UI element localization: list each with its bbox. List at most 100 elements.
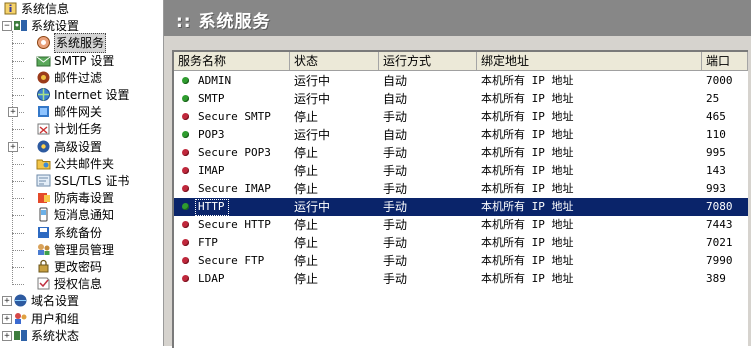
settings-icon <box>13 18 28 33</box>
filter-icon <box>36 70 51 85</box>
status-cell: 停止 <box>294 146 319 160</box>
tree-item[interactable]: + 高级设置 <box>0 138 163 156</box>
tree-item-label: 高级设置 <box>54 139 103 154</box>
bind-address-cell: 本机所有 IP 地址 <box>481 146 574 159</box>
table-header: 服务名称 状态 运行方式 绑定地址 端口 <box>174 52 748 71</box>
tree-connector <box>12 43 24 45</box>
service-name-cell: Secure IMAP <box>198 182 271 195</box>
expand-toggle[interactable]: + <box>2 296 12 307</box>
collapse-toggle[interactable]: − <box>2 21 12 32</box>
tree-item-label: 防病毒设置 <box>54 191 115 206</box>
tree-item[interactable]: 计划任务 <box>0 120 163 138</box>
column-header[interactable]: 服务名称 <box>174 52 290 70</box>
status-cell: 停止 <box>294 272 319 286</box>
table-row[interactable]: Secure SMTP 停止 手动 本机所有 IP 地址 465 <box>174 108 748 126</box>
status-cell: 停止 <box>294 218 319 232</box>
tree-item[interactable]: SMTP 设置 <box>0 52 163 70</box>
status-cell: 停止 <box>294 236 319 250</box>
service-name-cell: IMAP <box>198 164 225 177</box>
public-folder-icon <box>36 156 51 171</box>
tree-item[interactable]: + 系统状态 <box>0 327 163 345</box>
tree-item[interactable]: + 邮件网关 <box>0 103 163 121</box>
tree-item[interactable]: 系统备份 <box>0 224 163 242</box>
table-row[interactable]: ADMIN 运行中 自动 本机所有 IP 地址 7000 <box>174 72 748 90</box>
domain-icon <box>13 293 28 308</box>
stopped-status-icon <box>182 149 189 156</box>
tree-connector <box>12 163 24 165</box>
tree-item[interactable]: 更改密码 <box>0 258 163 276</box>
tree-item-label: Internet 设置 <box>54 88 130 102</box>
table-row[interactable]: FTP 停止 手动 本机所有 IP 地址 7021 <box>174 234 748 252</box>
expand-toggle[interactable]: + <box>8 107 18 118</box>
tree-item-label: 域名设置 <box>31 294 80 309</box>
status-cell: 运行中 <box>294 128 331 142</box>
port-cell: 465 <box>706 110 726 123</box>
table-row[interactable]: LDAP 停止 手动 本机所有 IP 地址 389 <box>174 270 748 288</box>
main-panel: :: 系统服务 服务名称 状态 运行方式 绑定地址 端口 ADMIN 运行中 自动 本机所有 … <box>164 0 751 348</box>
bind-address-cell: 本机所有 IP 地址 <box>481 164 574 177</box>
bind-address-cell: 本机所有 IP 地址 <box>481 110 574 123</box>
port-cell: 143 <box>706 164 726 177</box>
license-icon <box>36 276 51 291</box>
expand-toggle[interactable]: + <box>8 141 18 152</box>
tree-item[interactable]: 系统信息 <box>0 0 163 18</box>
services-list[interactable]: 服务名称 状态 运行方式 绑定地址 端口 ADMIN 运行中 自动 本机所有 IP 地址 700… <box>172 50 748 348</box>
tree-connector <box>12 181 24 182</box>
table-row[interactable]: Secure FTP 停止 手动 本机所有 IP 地址 7990 <box>174 252 748 270</box>
table-row[interactable]: IMAP 停止 手动 本机所有 IP 地址 143 <box>174 162 748 180</box>
column-header[interactable]: 状态 <box>290 52 379 70</box>
internet-icon <box>36 87 51 102</box>
tree-item[interactable]: 短消息通知 <box>0 206 163 224</box>
startup-mode-cell: 手动 <box>383 254 408 268</box>
table-row[interactable]: Secure HTTP 停止 手动 本机所有 IP 地址 7443 <box>174 216 748 234</box>
startup-mode-cell: 手动 <box>383 200 408 214</box>
table-row[interactable]: Secure IMAP 停止 手动 本机所有 IP 地址 993 <box>174 180 748 198</box>
users-icon <box>13 311 28 326</box>
stopped-status-icon <box>182 185 189 192</box>
tree-item-label: 系统服务 <box>54 33 107 54</box>
tree-item[interactable]: 公共邮件夹 <box>0 155 163 173</box>
sms-icon <box>36 207 51 222</box>
bind-address-cell: 本机所有 IP 地址 <box>481 254 574 267</box>
tree-item[interactable]: + 域名设置 <box>0 292 163 310</box>
tree-item[interactable]: 授权信息 <box>0 275 163 293</box>
table-row[interactable]: SMTP 运行中 自动 本机所有 IP 地址 25 <box>174 90 748 108</box>
tree-connector <box>12 129 24 131</box>
bind-address-cell: 本机所有 IP 地址 <box>481 92 574 105</box>
tree-connector <box>12 232 24 234</box>
expand-toggle[interactable]: + <box>2 313 12 324</box>
running-status-icon <box>182 131 189 138</box>
bind-address-cell: 本机所有 IP 地址 <box>481 128 574 141</box>
column-header[interactable]: 端口 <box>702 52 748 70</box>
table-row[interactable]: Secure POP3 停止 手动 本机所有 IP 地址 995 <box>174 144 748 162</box>
service-icon <box>36 35 51 50</box>
antivirus-icon <box>36 190 51 205</box>
column-header[interactable]: 绑定地址 <box>477 52 702 70</box>
tree-item[interactable]: 邮件过滤 <box>0 69 163 87</box>
status-cell: 停止 <box>294 110 319 124</box>
tree-item-label: 邮件过滤 <box>54 70 103 85</box>
stopped-status-icon <box>182 275 189 282</box>
tree-item-label: 系统备份 <box>54 225 103 240</box>
tree-item[interactable]: SSL/TLS 证书 <box>0 172 163 190</box>
startup-mode-cell: 自动 <box>383 92 408 106</box>
tree-item[interactable]: 管理员管理 <box>0 241 163 259</box>
startup-mode-cell: 手动 <box>383 236 408 250</box>
tree-item[interactable]: Internet 设置 <box>0 86 163 104</box>
port-cell: 7443 <box>706 218 733 231</box>
startup-mode-cell: 手动 <box>383 146 408 160</box>
tree-item[interactable]: 防病毒设置 <box>0 189 163 207</box>
expand-toggle[interactable]: + <box>2 330 12 341</box>
tree-connector <box>12 215 24 217</box>
table-row[interactable]: POP3 运行中 自动 本机所有 IP 地址 110 <box>174 126 748 144</box>
tree-item-label: 公共邮件夹 <box>54 156 115 171</box>
startup-mode-cell: 手动 <box>383 110 408 124</box>
startup-mode-cell: 手动 <box>383 182 408 196</box>
table-row[interactable]: HTTP 运行中 手动 本机所有 IP 地址 7080 <box>174 198 748 216</box>
tree-item-label: 计划任务 <box>54 122 103 137</box>
column-header[interactable]: 运行方式 <box>379 52 477 70</box>
backup-icon <box>36 225 51 240</box>
bind-address-cell: 本机所有 IP 地址 <box>481 218 574 231</box>
tree-item[interactable]: 系统服务 <box>0 33 163 54</box>
tree-item[interactable]: + 用户和组 <box>0 310 163 328</box>
